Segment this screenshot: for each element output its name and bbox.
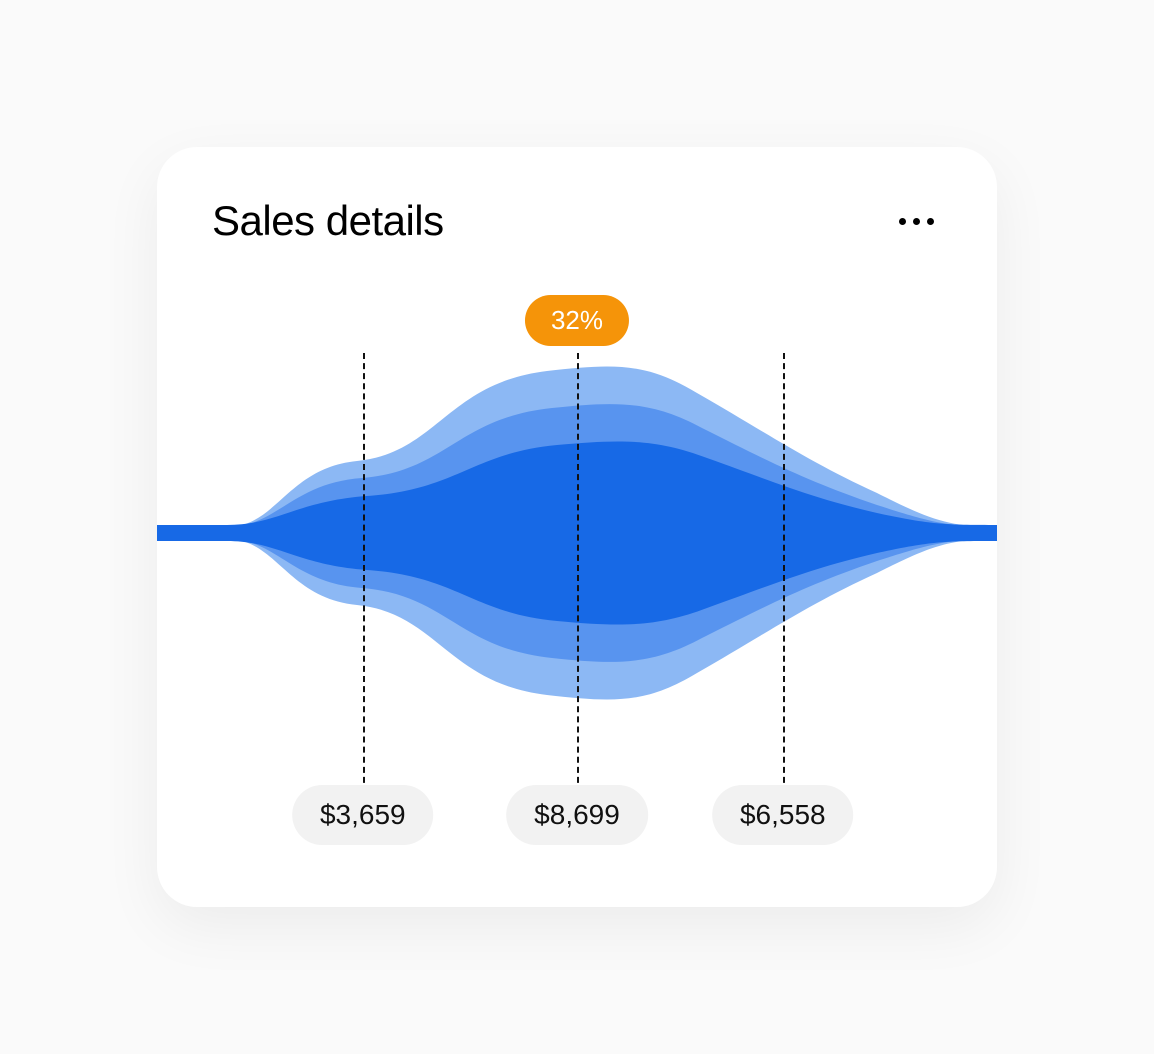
guide-line [363,353,365,793]
guide-line [783,353,785,793]
more-options-icon [913,218,920,225]
guide-line [577,353,579,793]
sales-details-card: Sales details 32% $3,659 $8,699 $6,558 [157,147,997,907]
card-title: Sales details [212,197,444,245]
value-pill: $8,699 [506,785,648,845]
more-options-button[interactable] [891,210,942,233]
percent-badge: 32% [525,295,629,346]
value-pill: $6,558 [712,785,854,845]
value-pill: $3,659 [292,785,434,845]
card-header: Sales details [157,197,997,245]
more-options-icon [899,218,906,225]
more-options-icon [927,218,934,225]
stream-chart: 32% $3,659 $8,699 $6,558 [157,295,997,845]
